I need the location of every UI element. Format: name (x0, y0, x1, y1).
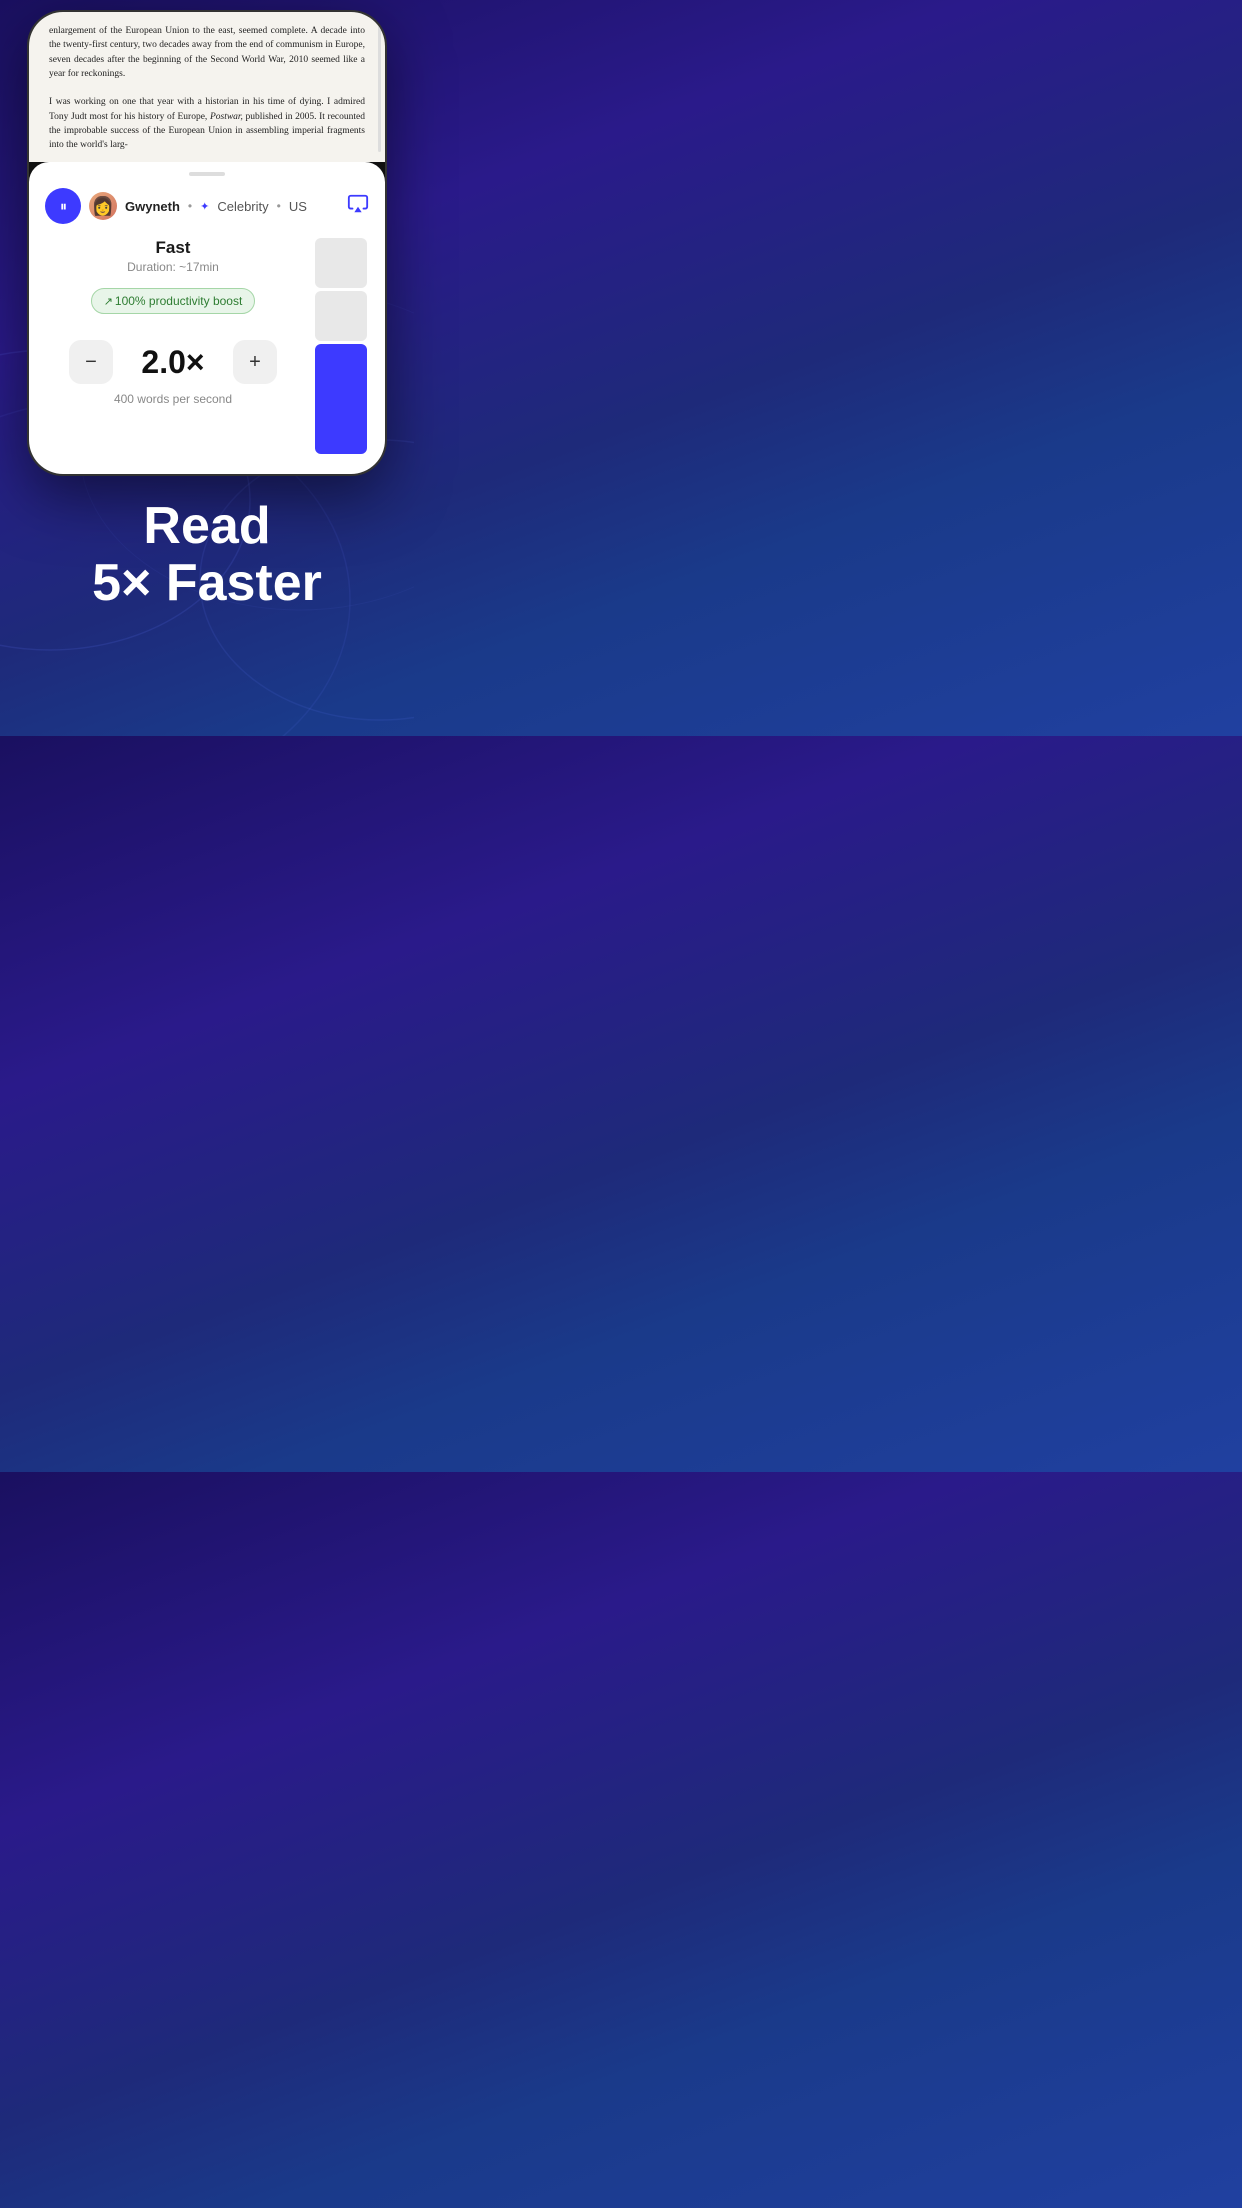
speed-decrease-button[interactable]: − (69, 340, 113, 384)
productivity-badge: ↗ 100% productivity boost (91, 288, 256, 314)
speed-value: 2.0× (133, 344, 213, 381)
phone-wrapper: enlargement of the European Union to the… (0, 0, 414, 476)
narrator-avatar: 👩 (89, 192, 117, 220)
slider-track (315, 238, 367, 454)
slider-segment-active (315, 344, 367, 454)
narrator-name: Gwyneth (125, 199, 180, 214)
book-scrollbar (378, 22, 381, 152)
speed-label: Fast (45, 238, 301, 258)
book-paragraph-1: enlargement of the European Union to the… (49, 24, 365, 81)
slider-segment-top-2 (315, 291, 367, 341)
pause-icon: ⏸ (60, 199, 66, 213)
book-paragraph-2: I was working on one that year with a hi… (49, 95, 365, 152)
separator-dot-1: • (188, 199, 192, 213)
minus-icon: − (85, 351, 97, 374)
sheet-topbar: ⏸ 👩 Gwyneth • ✦ Celebrity • US (29, 188, 385, 224)
bottom-sheet: ⏸ 👩 Gwyneth • ✦ Celebrity • US (29, 162, 385, 474)
speed-section: Fast Duration: ~17min ↗ 100% productivit… (29, 238, 385, 454)
tagline-section: Read 5× Faster (0, 476, 414, 612)
country-label: US (289, 199, 307, 214)
speed-increase-button[interactable]: + (233, 340, 277, 384)
book-text-area: enlargement of the European Union to the… (29, 12, 385, 162)
productivity-arrow-icon: ↗ (104, 295, 113, 308)
tagline-line1: Read (20, 498, 394, 555)
sparkle-icon: ✦ (200, 200, 209, 213)
tagline-line2: 5× Faster (20, 555, 394, 612)
productivity-text: 100% productivity boost (115, 294, 242, 308)
speed-left: Fast Duration: ~17min ↗ 100% productivit… (45, 238, 301, 406)
separator-dot-2: • (277, 199, 281, 213)
phone-frame: enlargement of the European Union to the… (27, 10, 387, 476)
avatar-emoji: 👩 (92, 196, 114, 217)
plus-icon: + (249, 351, 261, 374)
words-per-second: 400 words per second (45, 392, 301, 406)
speed-controls: − 2.0× + (45, 340, 301, 384)
category-label: Celebrity (217, 199, 268, 214)
speed-duration: Duration: ~17min (45, 260, 301, 274)
speed-slider[interactable] (313, 238, 369, 454)
airplay-button[interactable] (347, 193, 369, 220)
pause-button[interactable]: ⏸ (45, 188, 81, 224)
sheet-handle (189, 172, 225, 176)
slider-segment-top-1 (315, 238, 367, 288)
